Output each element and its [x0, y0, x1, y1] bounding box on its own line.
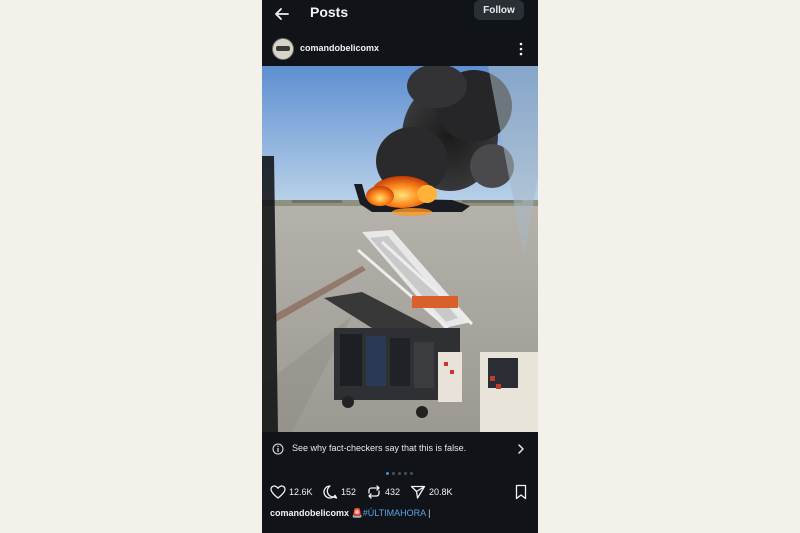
- fact-check-banner[interactable]: See why fact-checkers say that this is f…: [262, 436, 538, 462]
- info-icon: [272, 443, 284, 455]
- share-icon: [410, 485, 426, 499]
- post-caption: comandobelicomx 🚨#ÚLTIMAHORA |: [270, 508, 430, 519]
- hashtag-link[interactable]: #ÚLTIMAHORA: [363, 508, 426, 518]
- page-title: Posts: [310, 4, 349, 20]
- like-button[interactable]: 12.6K: [270, 483, 313, 501]
- fact-check-text: See why fact-checkers say that this is f…: [292, 443, 467, 453]
- airport-fire-photo: [262, 66, 538, 432]
- second-cart: [480, 352, 538, 432]
- chevron-right-icon: [518, 444, 524, 454]
- repost-count: 432: [385, 487, 401, 497]
- author-handle[interactable]: comandobelicomx: [300, 43, 379, 53]
- bookmark-icon: [515, 484, 527, 500]
- share-button[interactable]: 20.8K: [410, 483, 453, 501]
- heart-icon: [270, 485, 286, 499]
- carousel-dot: [386, 472, 389, 475]
- post-screen: Posts Follow comandobelicomx See why fac…: [262, 0, 538, 533]
- comment-icon: [323, 485, 338, 499]
- carousel-indicator: [386, 472, 413, 476]
- carousel-dot: [410, 472, 413, 475]
- share-count: 20.8K: [429, 487, 453, 497]
- carousel-dot: [404, 472, 407, 475]
- siren-emoji: 🚨: [351, 508, 363, 518]
- caption-handle[interactable]: comandobelicomx: [270, 508, 349, 518]
- carousel-dot: [392, 472, 395, 475]
- carousel-dot: [398, 472, 401, 475]
- more-options-icon: [519, 42, 523, 56]
- post-image[interactable]: [262, 66, 538, 432]
- repost-button[interactable]: 432: [366, 483, 400, 501]
- like-count: 12.6K: [289, 487, 313, 497]
- repost-icon: [368, 485, 380, 499]
- comment-button[interactable]: 152: [322, 483, 356, 501]
- text-cursor: |: [428, 508, 431, 518]
- bookmark-button[interactable]: [513, 483, 529, 501]
- avatar[interactable]: [272, 38, 294, 60]
- more-options-button[interactable]: [516, 41, 526, 57]
- back-arrow-icon: [275, 8, 289, 20]
- comment-count: 152: [341, 487, 357, 497]
- top-bar: Posts Follow: [262, 0, 538, 30]
- action-bar: 12.6K 152 432 20.8K: [262, 483, 538, 503]
- back-button[interactable]: [272, 4, 292, 24]
- post-header: comandobelicomx: [262, 36, 538, 62]
- follow-button[interactable]: Follow: [474, 0, 524, 20]
